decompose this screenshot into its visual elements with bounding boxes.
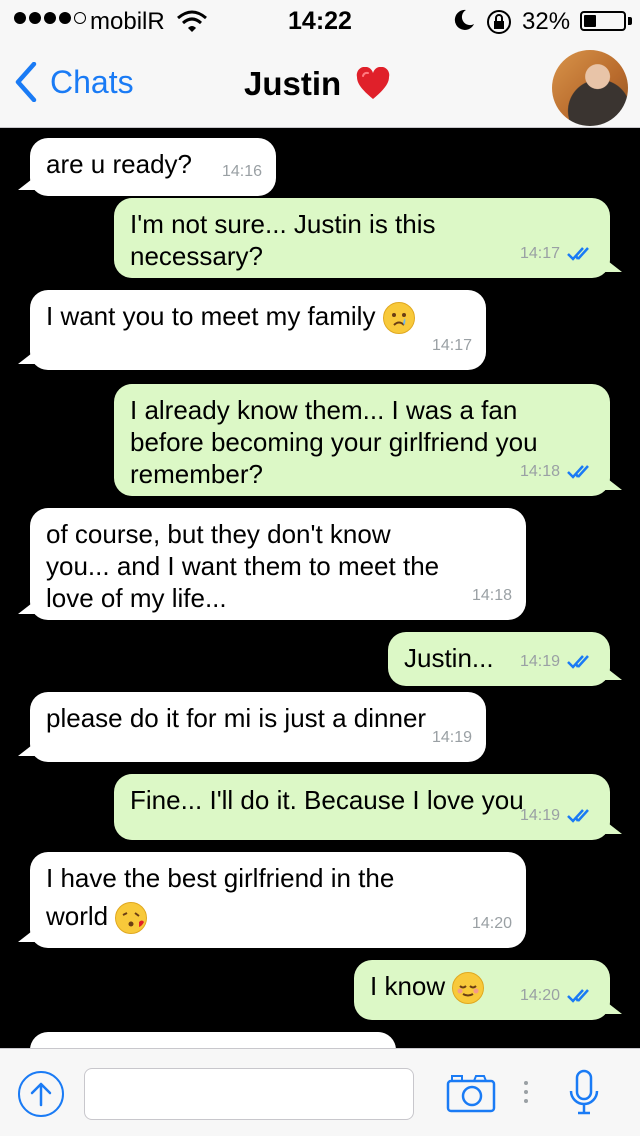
message-time: 14:18 xyxy=(471,587,512,604)
read-receipt-icon xyxy=(567,655,589,669)
message-time: 14:17 xyxy=(431,337,472,354)
outgoing-message[interactable]: Justin... 14:19 xyxy=(388,632,622,686)
message-text-line: I'm not sure... Justin is this xyxy=(130,209,436,239)
message-text-line: world xyxy=(46,901,109,931)
incoming-message[interactable]: please do it for mi is just a dinner 14:… xyxy=(18,692,486,762)
kissing-face-icon xyxy=(115,902,148,935)
message-input-bar xyxy=(0,1048,640,1136)
message-text-line: before becoming your girlfriend you xyxy=(130,427,538,457)
chat-title[interactable]: Justin xyxy=(244,65,391,103)
battery-percent: 32% xyxy=(522,8,571,35)
message-text-line: love of my life... xyxy=(46,583,227,613)
share-button[interactable] xyxy=(18,1071,64,1117)
read-receipt-icon xyxy=(567,247,589,261)
battery-icon xyxy=(580,11,626,31)
back-button[interactable]: Chats xyxy=(14,62,134,102)
contact-name: Justin xyxy=(244,65,342,102)
outgoing-message[interactable]: I already know them... I was a fan befor… xyxy=(114,384,622,496)
incoming-message[interactable]: I have the best girlfriend in the world … xyxy=(18,852,526,948)
message-text-line: of course, but they don't know xyxy=(46,519,391,549)
message-text: I know xyxy=(370,971,446,1001)
read-receipt-icon xyxy=(567,465,589,479)
outgoing-message[interactable]: Fine... I'll do it. Because I love you 1… xyxy=(114,774,622,840)
message-text: I want you to meet my family xyxy=(46,301,376,331)
message-input[interactable] xyxy=(84,1068,414,1120)
incoming-message[interactable]: of course, but they don't know you... an… xyxy=(18,508,526,620)
message-time: 14:19 xyxy=(431,729,472,746)
rotation-lock-icon xyxy=(487,10,511,34)
message-time: 14:20 xyxy=(519,987,560,1004)
message-time: 14:16 xyxy=(221,163,262,180)
message-text: please do it for mi is just a dinner xyxy=(46,703,427,733)
relieved-face-icon xyxy=(452,972,485,1005)
arrow-up-icon xyxy=(30,1082,52,1107)
incoming-message[interactable]: are u ready? 14:16 xyxy=(18,138,276,196)
read-receipt-icon xyxy=(567,989,589,1003)
read-receipt-icon xyxy=(567,809,589,823)
microphone-icon[interactable] xyxy=(568,1069,600,1117)
message-time: 14:20 xyxy=(471,915,512,932)
outgoing-message[interactable]: I'm not sure... Justin is this necessary… xyxy=(114,198,622,278)
incoming-message[interactable]: I want you to meet my family 14:17 xyxy=(18,290,486,370)
chevron-left-icon xyxy=(15,62,37,102)
status-bar: mobilR 14:22 32% xyxy=(0,0,640,40)
message-body: world xyxy=(46,900,510,935)
chat-area[interactable]: are u ready? 14:16 I'm not sure... Justi… xyxy=(0,128,640,1048)
more-dots-icon xyxy=(524,1081,528,1103)
message-body: I want you to meet my family xyxy=(46,300,470,335)
message-time: 14:19 xyxy=(519,653,560,670)
do-not-disturb-icon xyxy=(454,9,474,30)
heart-icon xyxy=(356,67,390,99)
message-text-line: I have the best girlfriend in the xyxy=(46,863,395,893)
crying-face-icon xyxy=(382,302,415,335)
camera-icon[interactable] xyxy=(446,1073,496,1113)
incoming-message-partial[interactable] xyxy=(30,1032,396,1048)
message-time: 14:18 xyxy=(519,463,560,480)
navigation-bar: Chats Justin xyxy=(0,40,640,128)
outgoing-message[interactable]: I know 14:20 xyxy=(354,960,622,1020)
message-text-line: I already know them... I was a fan xyxy=(130,395,518,425)
message-time: 14:19 xyxy=(519,807,560,824)
back-label: Chats xyxy=(50,63,134,100)
message-text-line: you... and I want them to meet the xyxy=(46,551,440,581)
contact-avatar[interactable] xyxy=(552,50,628,126)
message-time: 14:17 xyxy=(519,245,560,262)
